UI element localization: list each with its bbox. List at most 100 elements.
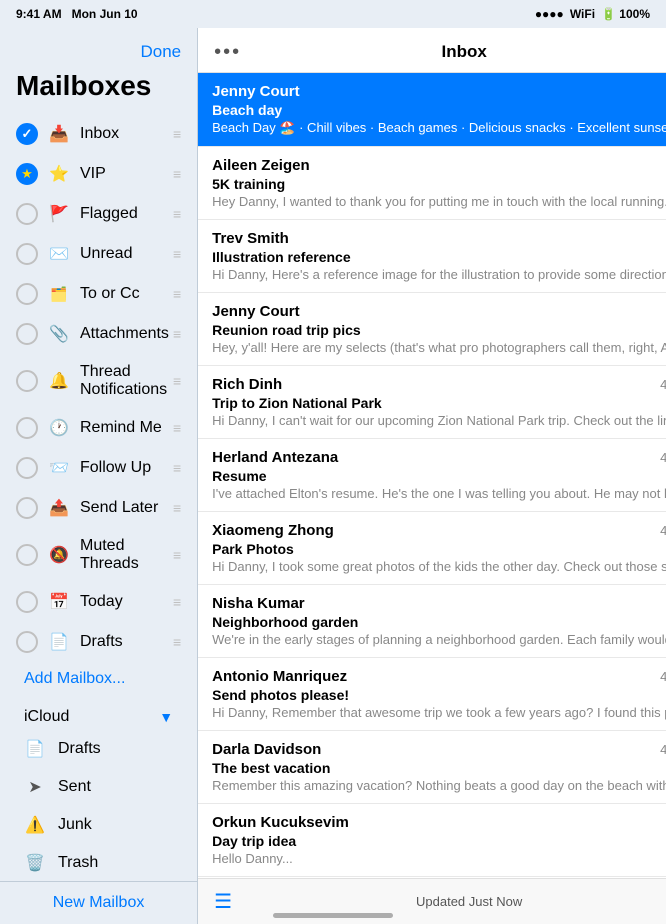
email-subject-7: Park Photos bbox=[212, 541, 666, 557]
vip-icon: ⭐ bbox=[48, 163, 70, 185]
inbox-footer: ☰ Updated Just Now ⧉ bbox=[198, 878, 666, 924]
icloud-drafts-label: Drafts bbox=[58, 740, 101, 758]
email-item-6[interactable]: Herland Antezana 4/28/24 📎 Resume I've a… bbox=[198, 439, 666, 512]
email-subject-1: Beach day bbox=[212, 102, 666, 118]
email-subject-2: 5K training bbox=[212, 176, 666, 192]
vip-drag-handle[interactable]: ≡ bbox=[173, 166, 181, 182]
email-item-7[interactable]: Xiaomeng Zhong 4/27/24 📎 Park Photos Hi … bbox=[198, 512, 666, 585]
email-sender-2: Aileen Zeigen bbox=[212, 157, 310, 174]
email-preview-10: Remember this amazing vacation? Nothing … bbox=[212, 778, 666, 793]
drafts-check bbox=[16, 631, 38, 653]
email-item-11[interactable]: Orkun Kucuksevim 4/15/24 Day trip idea H… bbox=[198, 804, 666, 877]
signal-icon: ●●●● bbox=[535, 7, 564, 21]
email-sender-3: Trev Smith bbox=[212, 230, 289, 247]
app-container: Done Mailboxes 📥 Inbox ≡ ⭐ VIP ≡ 🚩 bbox=[0, 28, 666, 924]
thread-notif-drag-handle[interactable]: ≡ bbox=[173, 373, 181, 389]
email-preview-5: Hi Danny, I can't wait for our upcoming … bbox=[212, 413, 666, 428]
more-options-icon[interactable]: ••• bbox=[214, 41, 241, 64]
email-item-4[interactable]: Jenny Court 5/2/24 📎 Reunion road trip p… bbox=[198, 293, 666, 366]
muted-icon: 🔕 bbox=[48, 544, 70, 566]
email-row-10: Darla Davidson 4/17/24 📎 bbox=[212, 741, 666, 758]
email-subject-11: Day trip idea bbox=[212, 833, 666, 849]
sidebar-item-muted-threads[interactable]: 🔕 Muted Threads ≡ bbox=[8, 528, 189, 582]
email-item-10[interactable]: Darla Davidson 4/17/24 📎 The best vacati… bbox=[198, 731, 666, 804]
today-drag-handle[interactable]: ≡ bbox=[173, 594, 181, 610]
sidebar-item-flagged[interactable]: 🚩 Flagged ≡ bbox=[8, 194, 189, 234]
icloud-label: iCloud bbox=[24, 708, 69, 726]
today-check bbox=[16, 591, 38, 613]
email-item-2[interactable]: Aileen Zeigen 5/4/24 📎 5K training Hey D… bbox=[198, 147, 666, 220]
icloud-item-trash[interactable]: 🗑️ Trash bbox=[16, 844, 181, 881]
sidebar-item-toorcc[interactable]: 🗂️ To or Cc ≡ bbox=[8, 274, 189, 314]
email-row-3: Trev Smith 5/3/24 📎 bbox=[212, 230, 666, 247]
remind-check bbox=[16, 417, 38, 439]
sidebar-item-inbox[interactable]: 📥 Inbox ≡ bbox=[8, 114, 189, 154]
sidebar-item-thread-notifications[interactable]: 🔔 Thread Notifications ≡ bbox=[8, 354, 189, 408]
sidebar-item-unread[interactable]: ✉️ Unread ≡ bbox=[8, 234, 189, 274]
toorcc-drag-handle[interactable]: ≡ bbox=[173, 286, 181, 302]
send-later-drag-handle[interactable]: ≡ bbox=[173, 500, 181, 516]
muted-label: Muted Threads bbox=[80, 537, 169, 573]
unread-drag-handle[interactable]: ≡ bbox=[173, 246, 181, 262]
mailbox-list: 📥 Inbox ≡ ⭐ VIP ≡ 🚩 Flagged ≡ ✉️ bbox=[0, 114, 197, 881]
new-mailbox-button[interactable]: New Mailbox bbox=[53, 894, 145, 912]
icloud-chevron-icon: ▼ bbox=[159, 709, 173, 725]
icloud-item-drafts[interactable]: 📄 Drafts bbox=[16, 730, 181, 768]
sidebar-item-drafts[interactable]: 📄 Drafts ≡ bbox=[8, 622, 189, 662]
vip-label: VIP bbox=[80, 165, 169, 183]
drafts-drag-handle[interactable]: ≡ bbox=[173, 634, 181, 650]
filter-icon[interactable]: ☰ bbox=[214, 889, 232, 914]
email-list: Jenny Court 5/5/24 📎 Beach day Beach Day… bbox=[198, 73, 666, 878]
flagged-drag-handle[interactable]: ≡ bbox=[173, 206, 181, 222]
email-preview-2: Hey Danny, I wanted to thank you for put… bbox=[212, 194, 666, 209]
attachments-drag-handle[interactable]: ≡ bbox=[173, 326, 181, 342]
sidebar-item-follow-up[interactable]: 📨 Follow Up ≡ bbox=[8, 448, 189, 488]
drafts-label: Drafts bbox=[80, 633, 169, 651]
sidebar-item-today[interactable]: 📅 Today ≡ bbox=[8, 582, 189, 622]
home-bar bbox=[273, 913, 393, 918]
sidebar-item-remind-me[interactable]: 🕐 Remind Me ≡ bbox=[8, 408, 189, 448]
follow-drag-handle[interactable]: ≡ bbox=[173, 460, 181, 476]
email-item-1[interactable]: Jenny Court 5/5/24 📎 Beach day Beach Day… bbox=[198, 73, 666, 147]
email-meta-6: 4/28/24 📎 bbox=[660, 450, 666, 465]
add-mailbox-link[interactable]: Add Mailbox... bbox=[8, 662, 189, 700]
unread-icon: ✉️ bbox=[48, 243, 70, 265]
sidebar-item-vip[interactable]: ⭐ VIP ≡ bbox=[8, 154, 189, 194]
vip-check bbox=[16, 163, 38, 185]
icloud-sent-label: Sent bbox=[58, 778, 91, 796]
battery-icon: 🔋 100% bbox=[601, 7, 650, 21]
icloud-header[interactable]: iCloud ▼ bbox=[16, 700, 181, 730]
email-row-11: Orkun Kucuksevim 4/15/24 bbox=[212, 814, 666, 831]
remind-drag-handle[interactable]: ≡ bbox=[173, 420, 181, 436]
email-sender-4: Jenny Court bbox=[212, 303, 300, 320]
email-item-3[interactable]: Trev Smith 5/3/24 📎 Illustration referen… bbox=[198, 220, 666, 293]
follow-icon: 📨 bbox=[48, 457, 70, 479]
send-later-icon: 📤 bbox=[48, 497, 70, 519]
muted-drag-handle[interactable]: ≡ bbox=[173, 547, 181, 563]
toorcc-icon: 🗂️ bbox=[48, 283, 70, 305]
email-date-9: 4/22/24 bbox=[660, 669, 666, 684]
email-meta-5: 4/28/24 📎 bbox=[660, 377, 666, 392]
unread-check bbox=[16, 243, 38, 265]
remind-label: Remind Me bbox=[80, 419, 169, 437]
inbox-panel: ••• Inbox Edit Jenny Court 5/5/24 📎 Beac… bbox=[198, 28, 666, 924]
email-meta-9: 4/22/24 📎 bbox=[660, 669, 666, 684]
send-later-label: Send Later bbox=[80, 499, 169, 517]
email-sender-5: Rich Dinh bbox=[212, 376, 282, 393]
email-date-6: 4/28/24 bbox=[660, 450, 666, 465]
email-item-8[interactable]: Nisha Kumar 4/27/24 Neighborhood garden … bbox=[198, 585, 666, 658]
icloud-section: iCloud ▼ 📄 Drafts ➤ Sent ⚠️ Junk bbox=[8, 700, 189, 881]
sidebar-item-attachments[interactable]: 📎 Attachments ≡ bbox=[8, 314, 189, 354]
wifi-icon: WiFi bbox=[570, 7, 595, 21]
email-item-9[interactable]: Antonio Manriquez 4/22/24 📎 Send photos … bbox=[198, 658, 666, 731]
icloud-item-junk[interactable]: ⚠️ Junk bbox=[16, 806, 181, 844]
thread-notif-icon: 🔔 bbox=[48, 370, 70, 392]
status-bar: 9:41 AM Mon Jun 10 ●●●● WiFi 🔋 100% bbox=[0, 0, 666, 28]
email-item-5[interactable]: Rich Dinh 4/28/24 📎 Trip to Zion Nationa… bbox=[198, 366, 666, 439]
sidebar-item-send-later[interactable]: 📤 Send Later ≡ bbox=[8, 488, 189, 528]
inbox-drag-handle[interactable]: ≡ bbox=[173, 126, 181, 142]
email-row-6: Herland Antezana 4/28/24 📎 bbox=[212, 449, 666, 466]
done-button[interactable]: Done bbox=[140, 42, 181, 62]
icloud-item-sent[interactable]: ➤ Sent bbox=[16, 768, 181, 806]
email-date-10: 4/17/24 bbox=[660, 742, 666, 757]
